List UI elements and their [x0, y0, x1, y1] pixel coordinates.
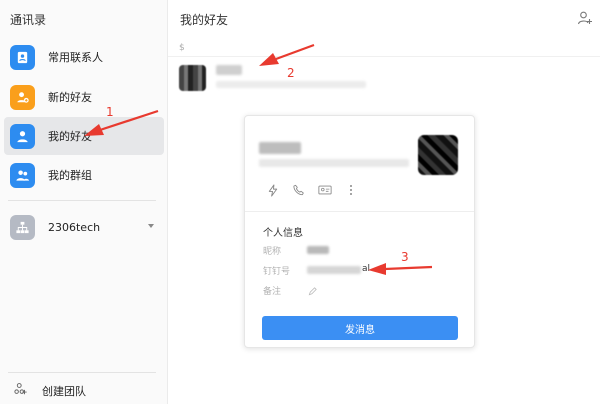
- business-card-icon[interactable]: [317, 182, 333, 198]
- friend-list-item[interactable]: [176, 61, 586, 93]
- list-divider: [168, 56, 600, 57]
- sidebar-divider: [8, 372, 156, 373]
- section-index-letter: $: [179, 43, 185, 53]
- sidebar-item-label: 新的好友: [48, 91, 92, 104]
- sidebar-item-new-friends[interactable]: 新的好友: [4, 78, 164, 116]
- nickname-value-redacted: [307, 246, 329, 254]
- sidebar-item-my-friends[interactable]: 我的好友: [4, 117, 164, 155]
- dingtalk-id-suffix: al: [362, 264, 371, 274]
- profile-name-redacted: [259, 142, 301, 154]
- sidebar-title: 通讯录: [10, 13, 47, 27]
- friend-subtitle-redacted: [216, 81, 366, 88]
- field-label-nickname: 昵称: [263, 247, 282, 257]
- sidebar-item-label: 常用联系人: [48, 51, 103, 64]
- field-label-dingtalk-id: 钉钉号: [263, 267, 291, 277]
- sidebar-item-frequent-contacts[interactable]: 常用联系人: [4, 38, 164, 76]
- sidebar: 通讯录 常用联系人 新的好友 我的好友 我的群组 2306tech 创建团队: [0, 0, 168, 404]
- sidebar-divider: [8, 200, 156, 201]
- org-name: 2306tech: [48, 220, 101, 234]
- sidebar-item-label: 我的群组: [48, 169, 92, 182]
- field-label-remark: 备注: [263, 287, 282, 297]
- profile-subtitle-redacted: [259, 159, 409, 167]
- profile-actions: [265, 182, 369, 198]
- create-team-label: 创建团队: [42, 384, 86, 398]
- sidebar-item-my-groups[interactable]: 我的群组: [4, 156, 164, 194]
- profile-card: 个人信息 昵称 钉钉号 al 备注 发消息: [244, 115, 475, 348]
- dingtalk-id-redacted: [307, 266, 361, 274]
- section-title: 个人信息: [263, 228, 303, 239]
- group-icon: [10, 162, 35, 188]
- add-friend-icon[interactable]: [577, 10, 593, 26]
- ding-lightning-icon[interactable]: [265, 182, 281, 198]
- create-team-button[interactable]: 创建团队: [14, 382, 86, 399]
- chevron-down-icon[interactable]: [148, 224, 154, 228]
- annotation-number-2: 2: [287, 66, 295, 80]
- org-tree-icon: [10, 214, 35, 240]
- annotation-number-1: 1: [106, 105, 114, 119]
- sidebar-item-label: 我的好友: [48, 130, 92, 143]
- send-message-button[interactable]: 发消息: [262, 316, 458, 340]
- friend-name-redacted: [216, 65, 242, 75]
- new-friend-icon: [10, 84, 35, 110]
- friend-avatar: [179, 65, 206, 91]
- create-team-icon: [14, 382, 28, 399]
- edit-pencil-icon[interactable]: [308, 285, 317, 299]
- friend-icon: [10, 123, 35, 149]
- card-divider: [245, 211, 474, 212]
- phone-icon[interactable]: [291, 182, 307, 198]
- annotation-number-3: 3: [401, 250, 409, 264]
- profile-avatar: [418, 135, 458, 175]
- page-title: 我的好友: [180, 13, 229, 27]
- contacts-book-icon: [10, 44, 35, 70]
- more-icon[interactable]: [343, 182, 359, 198]
- sidebar-item-org[interactable]: 2306tech: [4, 208, 164, 246]
